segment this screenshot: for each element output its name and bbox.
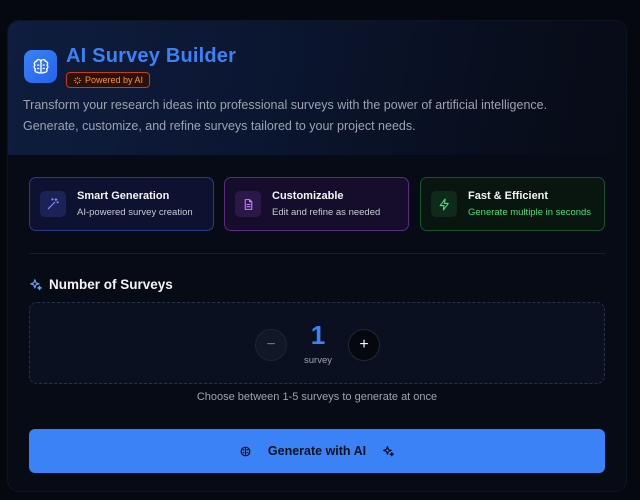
brain-icon bbox=[33, 58, 48, 74]
magic-wand-icon bbox=[47, 198, 59, 210]
survey-count-hint: Choose between 1-5 surveys to generate a… bbox=[196, 391, 438, 403]
feature-description: AI-powered survey creation bbox=[77, 207, 193, 218]
feature-card-customizable: Customizable Edit and refine as needed bbox=[224, 177, 409, 231]
app-logo bbox=[24, 50, 57, 83]
hero-header: AI Survey Builder Powered by AI Transfor… bbox=[8, 21, 626, 155]
feature-description: Edit and refine as needed bbox=[272, 207, 381, 218]
decrement-button[interactable]: − bbox=[255, 329, 287, 361]
feature-card-smart-generation: Smart Generation AI-powered survey creat… bbox=[29, 177, 214, 231]
generate-button-label: Generate with AI bbox=[267, 444, 367, 458]
powered-by-badge: Powered by AI bbox=[66, 72, 151, 88]
sparkles-icon bbox=[30, 278, 42, 290]
feature-name: Fast & Efficient bbox=[468, 190, 549, 202]
generate-with-ai-button[interactable]: Generate with AI bbox=[29, 429, 605, 473]
feature-description: Generate multiple in seconds bbox=[468, 207, 592, 218]
feature-name: Customizable bbox=[272, 190, 344, 202]
sparkles-icon bbox=[383, 445, 395, 456]
page-title: AI Survey Builder bbox=[66, 45, 237, 67]
increment-button[interactable]: + bbox=[348, 329, 380, 361]
survey-count-heading: Number of Surveys bbox=[29, 277, 173, 292]
section-divider bbox=[29, 253, 605, 254]
survey-count-unit: survey bbox=[304, 355, 332, 366]
section-title-label: Number of Surveys bbox=[49, 277, 173, 292]
brain-icon bbox=[240, 446, 251, 456]
survey-count-value: 1 bbox=[310, 320, 326, 350]
survey-builder-panel: AI Survey Builder Powered by AI Transfor… bbox=[7, 20, 627, 492]
badge-label: Powered by AI bbox=[85, 75, 144, 85]
page-subtitle: Transform your research ideas into profe… bbox=[23, 98, 548, 133]
feature-card-fast-efficient: Fast & Efficient Generate multiple in se… bbox=[420, 177, 605, 231]
document-icon bbox=[244, 198, 252, 210]
survey-count-stepper: − 1 survey + bbox=[29, 302, 605, 384]
lightning-icon bbox=[439, 198, 449, 210]
sparkles-icon bbox=[73, 76, 82, 84]
feature-name: Smart Generation bbox=[77, 190, 170, 202]
